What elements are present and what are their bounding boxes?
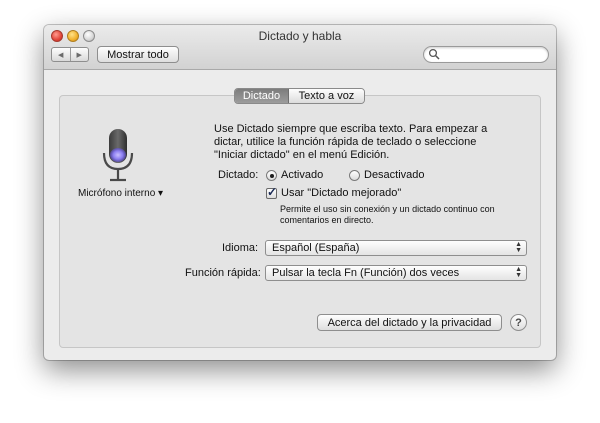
enhanced-dictation-note-2: comentarios en directo. xyxy=(280,215,374,225)
popup-arrows-icon: ▲ ▼ xyxy=(515,241,522,254)
back-arrow-icon[interactable]: ◀ xyxy=(52,48,71,61)
preferences-window: Dictado y habla ◀ ▶ Mostrar todo Dictado… xyxy=(44,25,556,360)
dictation-on-radio[interactable] xyxy=(266,170,277,181)
dictation-label: Dictado: xyxy=(218,169,259,181)
enhanced-dictation-label: Usar "Dictado mejorado" xyxy=(281,187,402,199)
back-forward-control: ◀ ▶ xyxy=(51,47,89,62)
mic-source-menu[interactable]: Micrófono interno ▾ xyxy=(78,188,163,199)
language-popup[interactable]: Español (España) ▲ ▼ xyxy=(265,240,527,256)
language-value: Español (España) xyxy=(272,242,360,254)
popup-arrows-icon: ▲ ▼ xyxy=(515,266,522,279)
help-button[interactable]: ? xyxy=(510,314,527,331)
window-title: Dictado y habla xyxy=(258,29,342,43)
dictation-description: Use Dictado siempre que escriba texto. P… xyxy=(214,123,488,161)
enhanced-dictation-checkbox[interactable]: ✓ xyxy=(266,185,278,199)
forward-arrow-icon[interactable]: ▶ xyxy=(71,48,89,61)
shortcut-popup[interactable]: Pulsar la tecla Fn (Función) dos veces ▲… xyxy=(265,265,527,281)
enhanced-dictation-note-1: Permite el uso sin conexión y un dictado… xyxy=(280,204,495,214)
show-all-button[interactable]: Mostrar todo xyxy=(97,46,179,63)
title-bar: Dictado y habla ◀ ▶ Mostrar todo xyxy=(44,25,556,70)
shortcut-label: Función rápida: xyxy=(185,267,261,279)
microphone-icon xyxy=(102,129,134,182)
dictation-off-label: Desactivado xyxy=(364,169,425,181)
search-field[interactable] xyxy=(423,46,549,63)
dictation-on-label: Activado xyxy=(281,169,324,181)
dictation-off-radio[interactable] xyxy=(349,170,360,181)
language-label: Idioma: xyxy=(222,242,259,254)
tab-bar: Dictado Texto a voz xyxy=(234,88,365,104)
shortcut-value: Pulsar la tecla Fn (Función) dos veces xyxy=(272,267,460,279)
checkmark-icon: ✓ xyxy=(267,185,278,199)
tab-dictation[interactable]: Dictado xyxy=(235,89,289,103)
tab-text-to-speech[interactable]: Texto a voz xyxy=(289,89,364,103)
about-dictation-privacy-button[interactable]: Acerca del dictado y la privacidad xyxy=(317,314,502,331)
search-icon xyxy=(428,48,440,60)
